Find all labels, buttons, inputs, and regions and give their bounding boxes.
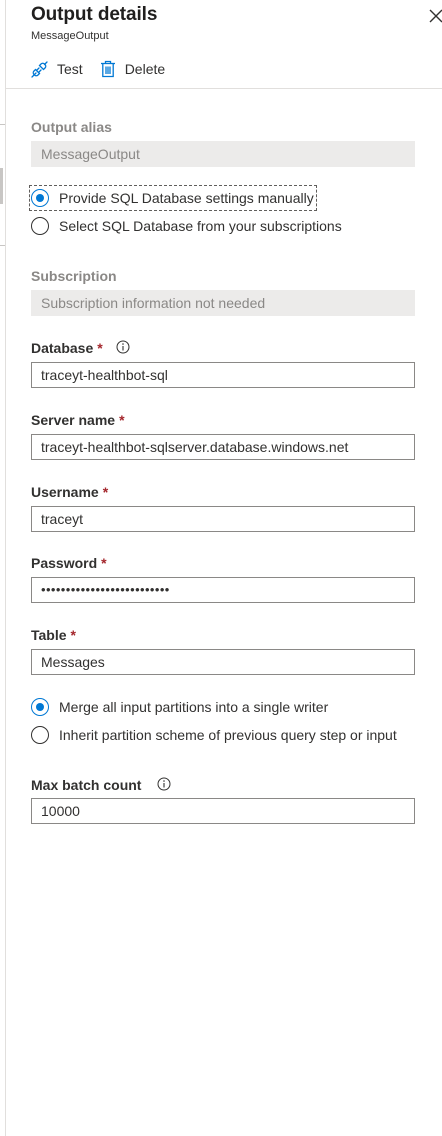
radio-merge-partitions[interactable]: Merge all input partitions into a single… [31,696,328,718]
background-element [0,168,3,204]
radio-select-from-subscriptions[interactable]: Select SQL Database from your subscripti… [31,215,342,237]
max-batch-count-label: Max batch count [31,777,171,795]
toolbar-divider [6,88,442,89]
background-divider [0,124,5,125]
radio-provide-manually-label: Provide SQL Database settings manually [59,190,314,206]
required-asterisk: * [70,627,76,643]
panel-subtitle: MessageOutput [31,30,109,42]
close-button[interactable] [429,8,442,24]
required-asterisk: * [102,484,109,500]
info-icon[interactable] [116,340,130,357]
test-button[interactable]: Test [31,60,83,78]
trash-icon [100,60,115,78]
table-label-text: Table [31,627,67,643]
toolbar: Test Delete [31,58,165,80]
panel-title: Output details [31,4,158,25]
radio-unselected-indicator [31,726,49,744]
output-details-panel: Output details MessageOutput Test Delete… [6,0,442,1136]
subscription-field: Subscription information not needed [31,290,415,316]
plug-icon [31,60,48,78]
database-label: Database * [31,340,130,358]
table-label: Table * [31,627,76,643]
username-input[interactable]: traceyt [31,506,415,532]
radio-inherit-partition-scheme[interactable]: Inherit partition scheme of previous que… [31,724,397,746]
max-batch-count-label-text: Max batch count [31,777,142,793]
required-asterisk: * [119,412,125,428]
username-label: Username * [31,484,108,500]
password-label-text: Password [31,555,98,571]
required-asterisk: * [101,555,107,571]
subscription-label: Subscription [31,268,117,284]
database-input[interactable]: traceyt-healthbot-sql [31,362,415,388]
server-name-input[interactable]: traceyt-healthbot-sqlserver.database.win… [31,434,415,460]
username-label-text: Username [31,484,99,500]
radio-selected-indicator [31,698,49,716]
delete-button-label: Delete [124,61,166,77]
output-alias-field: MessageOutput [31,141,415,167]
radio-provide-manually[interactable]: Provide SQL Database settings manually [29,185,317,211]
table-input[interactable]: Messages [31,649,415,675]
close-icon [429,9,442,23]
info-icon[interactable] [157,777,171,794]
server-name-label-text: Server name [31,412,116,428]
radio-selected-indicator [31,189,49,207]
radio-inherit-partition-scheme-label: Inherit partition scheme of previous que… [59,727,397,743]
server-name-label: Server name * [31,412,125,428]
radio-unselected-indicator [31,217,49,235]
database-label-text: Database [31,340,94,356]
output-alias-label: Output alias [31,119,112,135]
password-input[interactable]: •••••••••••••••••••••••••• [31,577,415,603]
test-button-label: Test [57,61,83,77]
required-asterisk: * [97,340,103,356]
password-label: Password * [31,555,107,571]
delete-button[interactable]: Delete [100,60,165,78]
background-divider [0,245,5,246]
max-batch-count-input[interactable]: 10000 [31,798,415,824]
radio-select-from-subscriptions-label: Select SQL Database from your subscripti… [59,218,342,234]
radio-merge-partitions-label: Merge all input partitions into a single… [59,699,329,715]
